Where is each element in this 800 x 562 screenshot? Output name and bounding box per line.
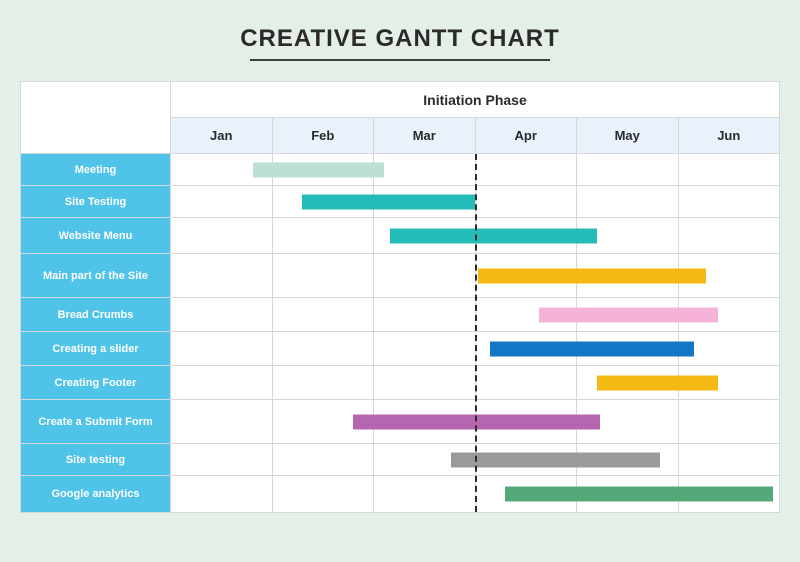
gantt-chart: Initiation Phase JanFebMarAprMayJun Meet… bbox=[20, 81, 780, 513]
month-cell: Jan bbox=[171, 118, 272, 154]
timeline-cell bbox=[171, 444, 272, 475]
task-row: Creating Footer bbox=[21, 366, 779, 400]
timeline-cell bbox=[678, 444, 780, 475]
task-row: Bread Crumbs bbox=[21, 298, 779, 332]
month-cell: Mar bbox=[373, 118, 475, 154]
timeline-cell bbox=[475, 332, 577, 365]
timeline-cell bbox=[678, 218, 780, 253]
timeline-cell bbox=[576, 186, 678, 217]
timeline-cell bbox=[171, 154, 272, 185]
title-underline bbox=[250, 59, 550, 61]
timeline-cell bbox=[475, 476, 577, 512]
timeline-cell bbox=[576, 332, 678, 365]
timeline-cell bbox=[373, 254, 475, 297]
task-label: Main part of the Site bbox=[21, 254, 171, 298]
task-label: Bread Crumbs bbox=[21, 298, 171, 332]
timeline-cell bbox=[475, 400, 577, 443]
month-cell: Apr bbox=[475, 118, 577, 154]
timeline-cell bbox=[272, 154, 374, 185]
task-row: Site Testing bbox=[21, 186, 779, 218]
task-row: Google analytics bbox=[21, 476, 779, 512]
timeline-cell bbox=[373, 476, 475, 512]
timeline-cell bbox=[475, 254, 577, 297]
timeline-cell bbox=[171, 218, 272, 253]
header-row-months: JanFebMarAprMayJun bbox=[21, 118, 779, 154]
task-row: Meeting bbox=[21, 154, 779, 186]
task-row: Site testing bbox=[21, 444, 779, 476]
task-row: Main part of the Site bbox=[21, 254, 779, 298]
today-marker bbox=[475, 154, 477, 512]
header-row-phase: Initiation Phase bbox=[21, 82, 779, 118]
timeline-cell bbox=[272, 298, 374, 331]
chart-title: CREATIVE GANTT CHART bbox=[20, 25, 780, 53]
timeline-cell bbox=[171, 366, 272, 399]
timeline-cell bbox=[272, 218, 374, 253]
timeline-cell bbox=[576, 444, 678, 475]
timeline-cell bbox=[373, 186, 475, 217]
timeline-cell bbox=[373, 366, 475, 399]
timeline-cell bbox=[171, 254, 272, 297]
timeline-cell bbox=[576, 476, 678, 512]
task-label: Create a Submit Form bbox=[21, 400, 171, 444]
timeline-cell bbox=[576, 154, 678, 185]
timeline-cell bbox=[272, 400, 374, 443]
timeline-cell bbox=[678, 400, 780, 443]
timeline-cell bbox=[475, 444, 577, 475]
gantt-body: MeetingSite TestingWebsite MenuMain part… bbox=[21, 154, 779, 512]
task-row: Create a Submit Form bbox=[21, 400, 779, 444]
month-cell: May bbox=[576, 118, 678, 154]
timeline-cell bbox=[373, 298, 475, 331]
timeline-cell bbox=[576, 366, 678, 399]
timeline-cell bbox=[576, 218, 678, 253]
timeline-cell bbox=[272, 186, 374, 217]
timeline-cell bbox=[678, 186, 780, 217]
timeline-cell bbox=[272, 444, 374, 475]
months-header: JanFebMarAprMayJun bbox=[171, 118, 779, 154]
timeline-cell bbox=[373, 332, 475, 365]
timeline-cell bbox=[576, 298, 678, 331]
timeline-cell bbox=[373, 218, 475, 253]
timeline-cell bbox=[373, 154, 475, 185]
timeline-cell bbox=[171, 476, 272, 512]
timeline-cell bbox=[171, 298, 272, 331]
timeline-cell bbox=[272, 476, 374, 512]
task-label: Meeting bbox=[21, 154, 171, 186]
task-label: Site Testing bbox=[21, 186, 171, 218]
timeline-cell bbox=[678, 254, 780, 297]
timeline-cell bbox=[678, 154, 780, 185]
month-cell: Feb bbox=[272, 118, 374, 154]
timeline-cell bbox=[272, 254, 374, 297]
phase-header: Initiation Phase bbox=[171, 82, 779, 118]
timeline-cell bbox=[272, 332, 374, 365]
timeline-cell bbox=[576, 254, 678, 297]
timeline-cell bbox=[171, 186, 272, 217]
task-label: Creating Footer bbox=[21, 366, 171, 400]
task-label: Google analytics bbox=[21, 476, 171, 512]
task-row: Website Menu bbox=[21, 218, 779, 254]
timeline-cell bbox=[272, 366, 374, 399]
timeline-cell bbox=[678, 332, 780, 365]
task-label: Website Menu bbox=[21, 218, 171, 254]
timeline-cell bbox=[678, 476, 780, 512]
timeline-cell bbox=[678, 366, 780, 399]
timeline-cell bbox=[373, 444, 475, 475]
timeline-cell bbox=[475, 366, 577, 399]
task-label: Creating a slider bbox=[21, 332, 171, 366]
task-label: Site testing bbox=[21, 444, 171, 476]
header-label-blank-2 bbox=[21, 118, 171, 154]
month-cell: Jun bbox=[678, 118, 780, 154]
timeline-cell bbox=[475, 218, 577, 253]
task-row: Creating a slider bbox=[21, 332, 779, 366]
timeline-cell bbox=[576, 400, 678, 443]
timeline-cell bbox=[373, 400, 475, 443]
header-label-blank bbox=[21, 82, 171, 118]
timeline-cell bbox=[475, 154, 577, 185]
timeline-cell bbox=[171, 400, 272, 443]
timeline-cell bbox=[171, 332, 272, 365]
timeline-cell bbox=[475, 186, 577, 217]
timeline-cell bbox=[678, 298, 780, 331]
timeline-cell bbox=[475, 298, 577, 331]
